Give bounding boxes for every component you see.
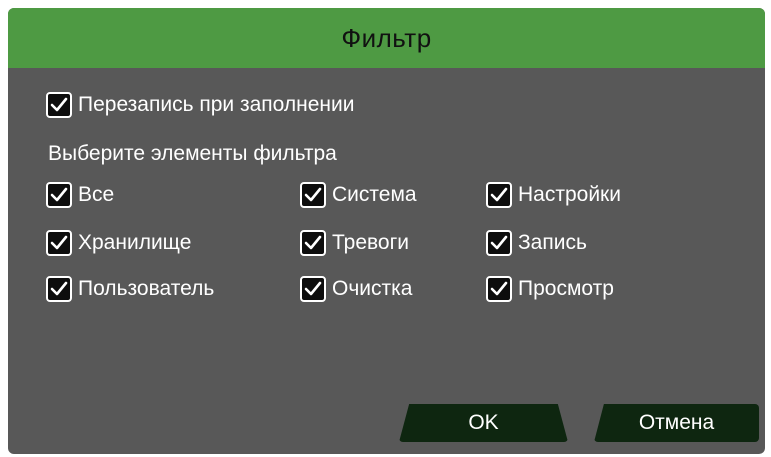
check-icon — [304, 187, 322, 202]
filter-alarms-label: Тревоги — [332, 231, 409, 254]
filter-settings-checkbox[interactable]: Настройки — [486, 182, 621, 208]
filter-system-checkbox[interactable]: Система — [300, 182, 417, 208]
check-icon — [50, 235, 68, 250]
filter-dialog: Фильтр Перезапись при заполнении Выберит… — [8, 8, 765, 454]
filter-settings-label: Настройки — [518, 183, 621, 206]
check-icon — [304, 281, 322, 296]
ok-button[interactable]: OK — [399, 404, 568, 442]
filter-clear-label: Очистка — [332, 277, 413, 300]
filter-all-checkbox[interactable]: Все — [46, 182, 114, 208]
check-icon — [490, 281, 508, 296]
filter-clear-checkbox[interactable]: Очистка — [300, 276, 412, 302]
check-icon — [490, 235, 508, 250]
checkbox-box — [486, 276, 512, 302]
filter-user-label: Пользователь — [78, 277, 215, 300]
overwrite-label: Перезапись при заполнении — [78, 93, 355, 116]
filter-storage-label: Хранилище — [78, 231, 192, 254]
check-icon — [304, 235, 322, 250]
filter-playback-checkbox[interactable]: Просмотр — [486, 276, 614, 302]
checkbox-box — [300, 182, 326, 208]
cancel-button[interactable]: Отмена — [594, 404, 759, 442]
checkbox-box — [46, 276, 72, 302]
filter-section-label: Выберите элементы фильтра — [48, 142, 337, 165]
filter-record-label: Запись — [518, 231, 587, 254]
filter-system-label: Система — [332, 183, 417, 206]
check-icon — [50, 97, 68, 112]
check-icon — [50, 187, 68, 202]
checkbox-box — [486, 230, 512, 256]
filter-all-label: Все — [78, 183, 115, 206]
checkbox-box — [300, 276, 326, 302]
overwrite-checkbox[interactable]: Перезапись при заполнении — [46, 92, 354, 118]
filter-alarms-checkbox[interactable]: Тревоги — [300, 230, 409, 256]
filter-storage-checkbox[interactable]: Хранилище — [46, 230, 191, 256]
checkbox-box — [486, 182, 512, 208]
filter-playback-label: Просмотр — [518, 277, 614, 300]
checkbox-box — [46, 182, 72, 208]
checkbox-box — [46, 92, 72, 118]
check-icon — [50, 281, 68, 296]
checkbox-box — [46, 230, 72, 256]
filter-user-checkbox[interactable]: Пользователь — [46, 276, 214, 302]
filter-record-checkbox[interactable]: Запись — [486, 230, 587, 256]
dialog-title: Фильтр — [341, 22, 432, 53]
checkbox-box — [300, 230, 326, 256]
dialog-titlebar: Фильтр — [8, 8, 765, 68]
check-icon — [490, 187, 508, 202]
